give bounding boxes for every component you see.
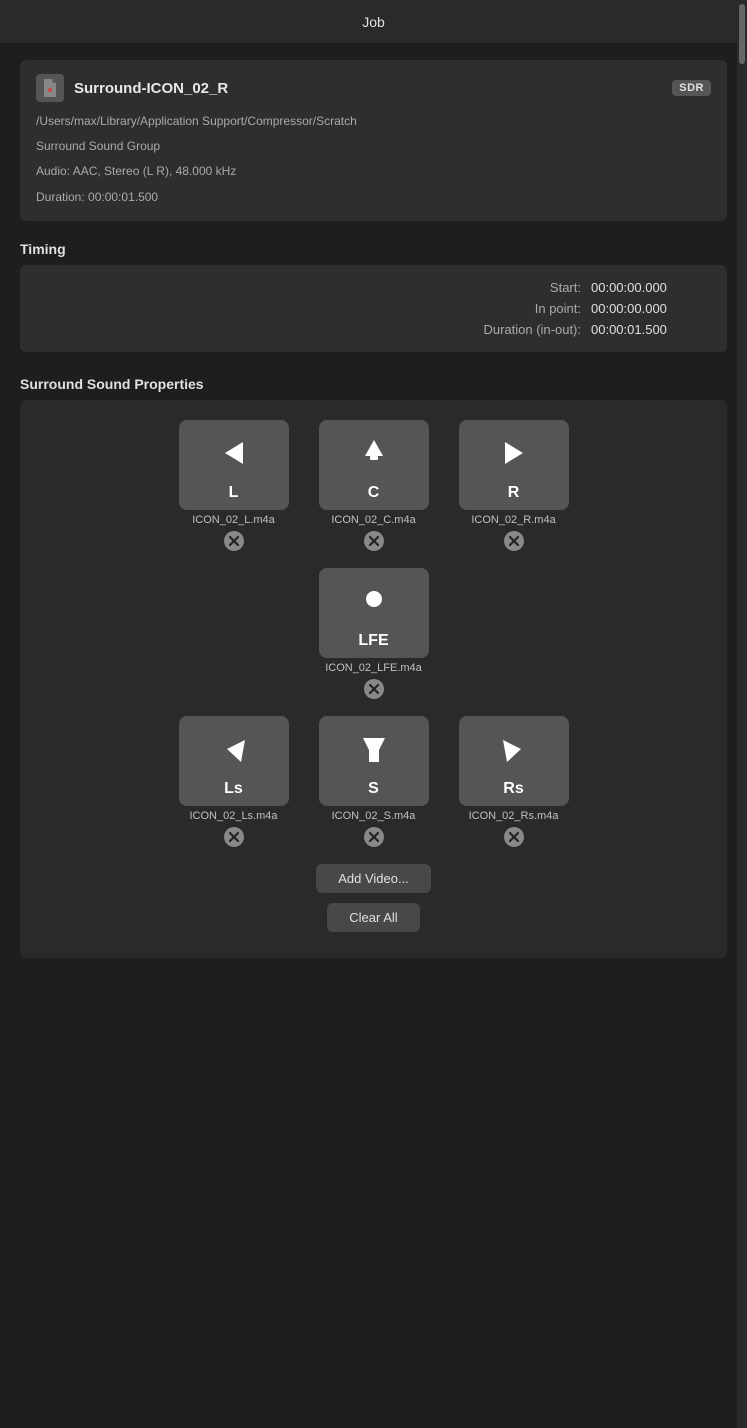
channel-remove-LFE[interactable] — [363, 678, 385, 700]
job-card-header: Surround-ICON_02_R SDR — [36, 74, 711, 102]
channel-filename-Ls: ICON_02_Ls.m4a — [189, 810, 277, 822]
surround-bottom-row: Ls ICON_02_Ls.m4a — [30, 716, 717, 848]
channel-filename-Rs: ICON_02_Rs.m4a — [469, 810, 559, 822]
surround-section: Surround Sound Properties L I — [20, 376, 727, 958]
channel-icon-L — [179, 434, 289, 472]
channel-label-L: L — [229, 484, 239, 502]
channel-label-R: R — [508, 484, 520, 502]
channel-icon-LFE — [319, 582, 429, 620]
channel-label-S: S — [368, 780, 379, 798]
surround-grid: L ICON_02_L.m4a — [20, 400, 727, 958]
channel-box-C[interactable]: C — [319, 420, 429, 510]
channel-icon-S — [319, 730, 429, 768]
timing-box: Start: 00:00:00.000 In point: 00:00:00.0… — [20, 265, 727, 352]
channel-box-S[interactable]: S — [319, 716, 429, 806]
timing-start-value: 00:00:00.000 — [591, 280, 711, 295]
channel-icon-Rs — [459, 730, 569, 768]
timing-label: Timing — [20, 241, 727, 257]
channel-icon-R — [459, 434, 569, 472]
channel-filename-LFE: ICON_02_LFE.m4a — [325, 662, 422, 674]
timing-inpoint-label: In point: — [421, 301, 581, 316]
timing-row-start: Start: 00:00:00.000 — [36, 277, 711, 298]
channel-box-L[interactable]: L — [179, 420, 289, 510]
timing-start-label: Start: — [421, 280, 581, 295]
channel-filename-S: ICON_02_S.m4a — [332, 810, 416, 822]
channel-icon-Ls — [179, 730, 289, 768]
timing-row-inpoint: In point: 00:00:00.000 — [36, 298, 711, 319]
channel-R: R ICON_02_R.m4a — [459, 420, 569, 552]
timing-section: Timing Start: 00:00:00.000 In point: 00:… — [20, 241, 727, 352]
clear-all-row: Clear All — [30, 903, 717, 932]
sdr-badge: SDR — [672, 80, 711, 96]
timing-row-duration: Duration (in-out): 00:00:01.500 — [36, 319, 711, 340]
timing-duration-value: 00:00:01.500 — [591, 322, 711, 337]
job-duration: Duration: 00:00:01.500 — [36, 188, 711, 207]
job-path: /Users/max/Library/Application Support/C… — [36, 112, 711, 131]
channel-L: L ICON_02_L.m4a — [179, 420, 289, 552]
job-audio: Audio: AAC, Stereo (L R), 48.000 kHz — [36, 162, 711, 181]
channel-Rs: Rs ICON_02_Rs.m4a — [459, 716, 569, 848]
add-video-button[interactable]: Add Video... — [316, 864, 431, 893]
channel-box-R[interactable]: R — [459, 420, 569, 510]
surround-top-row: L ICON_02_L.m4a — [30, 420, 717, 552]
job-title: Surround-ICON_02_R — [74, 80, 228, 97]
job-title-row: Surround-ICON_02_R — [36, 74, 228, 102]
channel-icon-C — [319, 434, 429, 472]
channel-S: S ICON_02_S.m4a — [319, 716, 429, 848]
channel-box-LFE[interactable]: LFE — [319, 568, 429, 658]
window-title: Job — [362, 14, 385, 30]
channel-remove-S[interactable] — [363, 826, 385, 848]
channel-filename-C: ICON_02_C.m4a — [331, 514, 415, 526]
channel-remove-L[interactable] — [223, 530, 245, 552]
channel-remove-R[interactable] — [503, 530, 525, 552]
scrollbar[interactable] — [737, 0, 747, 1428]
timing-inpoint-value: 00:00:00.000 — [591, 301, 711, 316]
job-file-icon — [36, 74, 64, 102]
channel-box-Rs[interactable]: Rs — [459, 716, 569, 806]
clear-all-button[interactable]: Clear All — [327, 903, 419, 932]
channel-remove-Rs[interactable] — [503, 826, 525, 848]
timing-duration-label: Duration (in-out): — [421, 322, 581, 337]
channel-box-Ls[interactable]: Ls — [179, 716, 289, 806]
channel-C: C ICON_02_C.m4a — [319, 420, 429, 552]
channel-LFE: LFE ICON_02_LFE.m4a — [319, 568, 429, 700]
add-video-row: Add Video... — [30, 864, 717, 893]
channel-label-C: C — [368, 484, 380, 502]
job-card: Surround-ICON_02_R SDR /Users/max/Librar… — [20, 60, 727, 221]
scrollbar-thumb[interactable] — [739, 4, 745, 64]
channel-label-Ls: Ls — [224, 780, 243, 798]
channel-Ls: Ls ICON_02_Ls.m4a — [179, 716, 289, 848]
surround-label: Surround Sound Properties — [20, 376, 727, 392]
channel-filename-L: ICON_02_L.m4a — [192, 514, 275, 526]
surround-mid-row: LFE ICON_02_LFE.m4a — [30, 568, 717, 700]
title-bar: Job — [0, 0, 747, 44]
channel-remove-Ls[interactable] — [223, 826, 245, 848]
job-group: Surround Sound Group — [36, 137, 711, 156]
channel-remove-C[interactable] — [363, 530, 385, 552]
channel-filename-R: ICON_02_R.m4a — [471, 514, 555, 526]
channel-label-Rs: Rs — [503, 780, 523, 798]
channel-label-LFE: LFE — [358, 632, 388, 650]
